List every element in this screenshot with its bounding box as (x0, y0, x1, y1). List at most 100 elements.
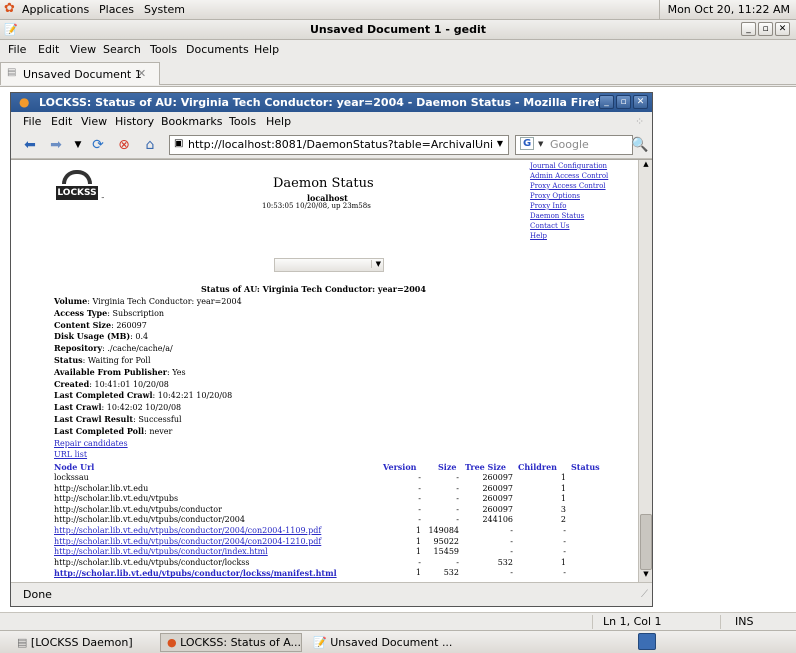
taskbar-item-lockss-daemon[interactable]: ▤ [LOCKSS Daemon] (10, 633, 158, 652)
firefox-window: ● LOCKSS: Status of AU: Virginia Tech Co… (10, 92, 653, 607)
forward-arrow-icon[interactable]: ➡ (47, 137, 65, 153)
document-icon: ▤ (7, 67, 17, 78)
cell-tree: - (510, 568, 513, 578)
firefox-icon: ● (167, 636, 177, 649)
nav-link[interactable]: Journal Configuration (530, 162, 607, 170)
au-field: Disk Usage (MB): 0.4 (54, 331, 149, 342)
cell-children: 1 (560, 557, 566, 567)
node-url[interactable]: http://scholar.lib.vt.edu/vtpubs/conduct… (54, 526, 321, 535)
gedit-titlebar[interactable]: 📝 Unsaved Document 1 - gedit _ ▫ ✕ (0, 20, 796, 40)
scroll-up-icon[interactable]: ▲ (640, 160, 652, 172)
places-menu[interactable]: Places (99, 3, 134, 16)
tab-unsaved-document[interactable]: ▤ Unsaved Document 1 ✕ (0, 62, 160, 85)
cell-children: 1 (560, 483, 566, 493)
menu-edit[interactable]: Edit (51, 115, 72, 128)
url-list-link[interactable]: URL list (54, 450, 87, 459)
clock[interactable]: Mon Oct 20, 11:22 AM (658, 0, 796, 20)
search-icon[interactable]: 🔍 (631, 137, 649, 153)
close-button[interactable]: ✕ (775, 22, 790, 36)
cell-tree: - (510, 536, 513, 546)
field-label: Last Completed Poll (54, 425, 145, 436)
bookmark-star-icon[interactable]: ☆ (476, 138, 486, 151)
nav-link[interactable]: Proxy Access Control (530, 182, 606, 190)
nav-link[interactable]: Contact Us (530, 222, 570, 230)
node-url: lockssau (54, 473, 89, 482)
search-input[interactable]: G ▼ Google (515, 135, 633, 155)
au-field: Available From Publisher: Yes (54, 366, 186, 377)
menu-search[interactable]: Search (103, 43, 141, 56)
menu-help[interactable]: Help (254, 43, 279, 56)
reload-icon[interactable]: ⟳ (89, 137, 107, 153)
column-header[interactable]: Node Url (54, 462, 94, 472)
table-select[interactable]: ▼ (274, 258, 384, 272)
column-header[interactable]: Version (383, 462, 416, 472)
menu-history[interactable]: History (115, 115, 154, 128)
url-input[interactable]: ▣ http://localhost:8081/DaemonStatus?tab… (169, 135, 509, 155)
applications-menu[interactable]: Applications (22, 3, 89, 16)
vertical-scrollbar[interactable]: ▲ ▼ (638, 160, 652, 582)
column-header[interactable]: Children (518, 462, 557, 472)
tab-close-icon[interactable]: ✕ (137, 67, 146, 80)
maximize-button[interactable]: ▫ (616, 95, 631, 109)
taskbar-item-gedit[interactable]: 📝 Unsaved Document ... (306, 633, 456, 652)
menu-tools[interactable]: Tools (229, 115, 256, 128)
scrollbar-thumb[interactable] (640, 514, 652, 570)
cell-children: 3 (560, 504, 566, 514)
navigation-toolbar: ⬅ ➡ ▼ ⟳ ⊗ ⌂ ▣ http://localhost:8081/Daem… (11, 131, 652, 159)
field-value: ./cache/cache/a/ (107, 344, 173, 354)
node-url[interactable]: http://scholar.lib.vt.edu/vtpubs/conduct… (54, 547, 268, 556)
node-url[interactable]: http://scholar.lib.vt.edu/vtpubs/conduct… (54, 537, 321, 546)
field-value: never (149, 426, 173, 436)
menu-tools[interactable]: Tools (150, 43, 177, 56)
home-icon[interactable]: ⌂ (141, 137, 159, 153)
nav-link[interactable]: Daemon Status (530, 212, 584, 220)
node-url[interactable]: http://scholar.lib.vt.edu/vtpubs/conduct… (54, 568, 337, 578)
scroll-down-icon[interactable]: ▼ (640, 570, 652, 582)
gedit-statusbar: Ln 1, Col 1 INS (0, 612, 796, 630)
firefox-titlebar[interactable]: ● LOCKSS: Status of AU: Virginia Tech Co… (11, 93, 652, 112)
trash-icon[interactable] (638, 633, 656, 650)
column-header[interactable]: Status (571, 462, 600, 472)
cell-size: - (456, 473, 459, 482)
search-engine-dropdown-icon[interactable]: ▼ (538, 140, 543, 148)
resize-grip-icon[interactable]: ⟋ (641, 589, 648, 600)
menu-documents[interactable]: Documents (186, 43, 249, 56)
column-header[interactable]: Size (438, 462, 456, 472)
field-value: 10:42:21 10/20/08 (157, 391, 233, 401)
menu-file[interactable]: File (8, 43, 26, 56)
minimize-button[interactable]: _ (741, 22, 756, 36)
search-engine-icon[interactable]: G (520, 137, 535, 150)
menu-view[interactable]: View (70, 43, 96, 56)
nav-link[interactable]: Help (530, 232, 547, 240)
gedit-window-title: Unsaved Document 1 - gedit (309, 23, 487, 36)
system-menu[interactable]: System (144, 3, 185, 16)
field-value: Yes (172, 367, 186, 377)
cell-version: - (418, 473, 421, 482)
table-row: http://scholar.lib.vt.edu/vtpubs/conduct… (54, 537, 614, 546)
page-icon: ▣ (174, 138, 184, 149)
minimize-button[interactable]: _ (599, 95, 614, 109)
menu-view[interactable]: View (81, 115, 107, 128)
menu-file[interactable]: File (23, 115, 41, 128)
back-arrow-icon[interactable]: ⬅ (21, 137, 39, 153)
repair-candidates-link[interactable]: Repair candidates (54, 439, 128, 448)
nav-link[interactable]: Proxy Options (530, 192, 580, 200)
stop-icon[interactable]: ⊗ (115, 137, 133, 153)
firefox-window-title: LOCKSS: Status of AU: Virginia Tech Cond… (39, 96, 615, 109)
cell-version: 1 (415, 526, 421, 535)
menu-bookmarks[interactable]: Bookmarks (161, 115, 222, 128)
field-value: 10:41:01 10/20/08 (94, 379, 169, 389)
url-dropdown-icon[interactable]: ▼ (497, 139, 503, 148)
nav-link[interactable]: Proxy Info (530, 202, 566, 210)
taskbar-item-firefox[interactable]: ● LOCKSS: Status of A... (160, 633, 302, 652)
ubuntu-logo-icon[interactable]: ✿ (4, 1, 15, 16)
nav-link[interactable]: Admin Access Control (530, 172, 608, 180)
menu-edit[interactable]: Edit (38, 43, 59, 56)
cell-tree: 532 (497, 557, 513, 567)
close-button[interactable]: ✕ (633, 95, 648, 109)
column-header[interactable]: Tree Size (465, 462, 506, 472)
history-dropdown-icon[interactable]: ▼ (69, 137, 87, 153)
maximize-button[interactable]: ▫ (758, 22, 773, 36)
menu-help[interactable]: Help (266, 115, 291, 128)
cell-version: - (418, 494, 421, 504)
